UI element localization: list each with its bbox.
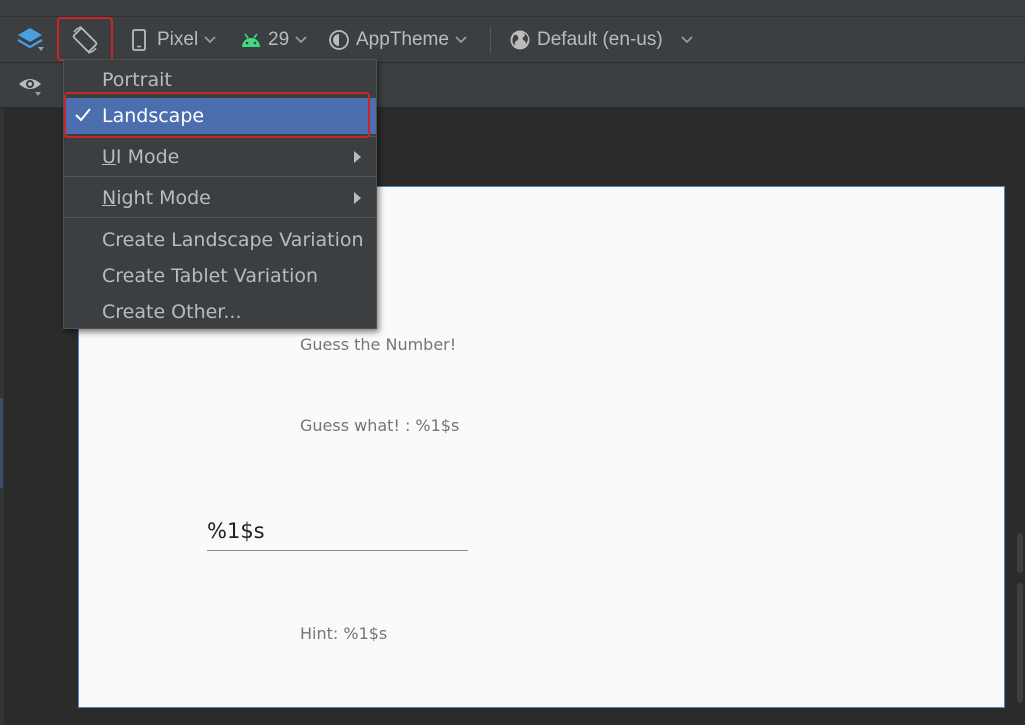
design-toolbar: Pixel 29 AppTheme Default (en-us) bbox=[0, 17, 1025, 63]
menu-item-ui-mode[interactable]: UI Mode bbox=[64, 139, 376, 175]
chevron-down-icon bbox=[455, 36, 467, 44]
toolbar-divider bbox=[490, 26, 491, 54]
phone-icon bbox=[132, 29, 146, 51]
submenu-arrow-icon bbox=[354, 151, 361, 163]
menu-item-night-mode[interactable]: Night Mode bbox=[64, 180, 376, 216]
menu-item-label: Night Mode bbox=[102, 187, 211, 209]
right-scroll-strip[interactable] bbox=[1013, 108, 1025, 725]
eye-icon bbox=[19, 78, 41, 96]
annotation-highlight bbox=[57, 17, 113, 61]
locale-label: Default (en-us) bbox=[537, 29, 663, 50]
layers-button[interactable] bbox=[16, 17, 46, 63]
menu-item-create-other[interactable]: Create Other... bbox=[64, 294, 376, 330]
menu-divider bbox=[64, 217, 376, 218]
left-tool-strip bbox=[0, 108, 4, 725]
api-level-selector[interactable]: 29 bbox=[240, 17, 307, 63]
chevron-down-icon bbox=[681, 36, 693, 44]
title-textview[interactable]: Guess the Number! bbox=[300, 335, 456, 354]
chevron-down-icon bbox=[295, 36, 307, 44]
android-icon bbox=[242, 33, 260, 47]
menu-item-label: Create Tablet Variation bbox=[102, 265, 319, 287]
api-level-label: 29 bbox=[268, 29, 290, 50]
layers-icon bbox=[17, 28, 44, 51]
theme-selector[interactable]: AppTheme bbox=[328, 17, 467, 63]
menu-item-label: UI Mode bbox=[102, 146, 180, 168]
menu-item-create-landscape[interactable]: Create Landscape Variation bbox=[64, 222, 376, 258]
menu-item-label: Create Landscape Variation bbox=[102, 229, 364, 251]
visibility-button[interactable] bbox=[18, 63, 44, 108]
hint-textview[interactable]: Hint: %1$s bbox=[300, 624, 387, 643]
menu-item-label: Create Other... bbox=[102, 301, 242, 323]
guess-textview[interactable]: Guess what! : %1$s bbox=[300, 416, 459, 435]
submenu-arrow-icon bbox=[354, 192, 361, 204]
globe-icon bbox=[510, 30, 530, 50]
device-selector[interactable]: Pixel bbox=[131, 17, 216, 63]
menu-item-create-tablet[interactable]: Create Tablet Variation bbox=[64, 258, 376, 294]
title-strip bbox=[0, 0, 1025, 17]
chevron-down-icon bbox=[204, 36, 216, 44]
theme-label: AppTheme bbox=[356, 29, 449, 50]
menu-item-label: Portrait bbox=[102, 69, 172, 91]
locale-selector[interactable]: Default (en-us) bbox=[509, 17, 693, 63]
menu-divider bbox=[64, 176, 376, 177]
annotation-highlight bbox=[64, 92, 370, 138]
device-label: Pixel bbox=[157, 29, 199, 50]
theme-icon bbox=[329, 30, 349, 50]
number-input[interactable]: %1$s bbox=[207, 519, 468, 551]
